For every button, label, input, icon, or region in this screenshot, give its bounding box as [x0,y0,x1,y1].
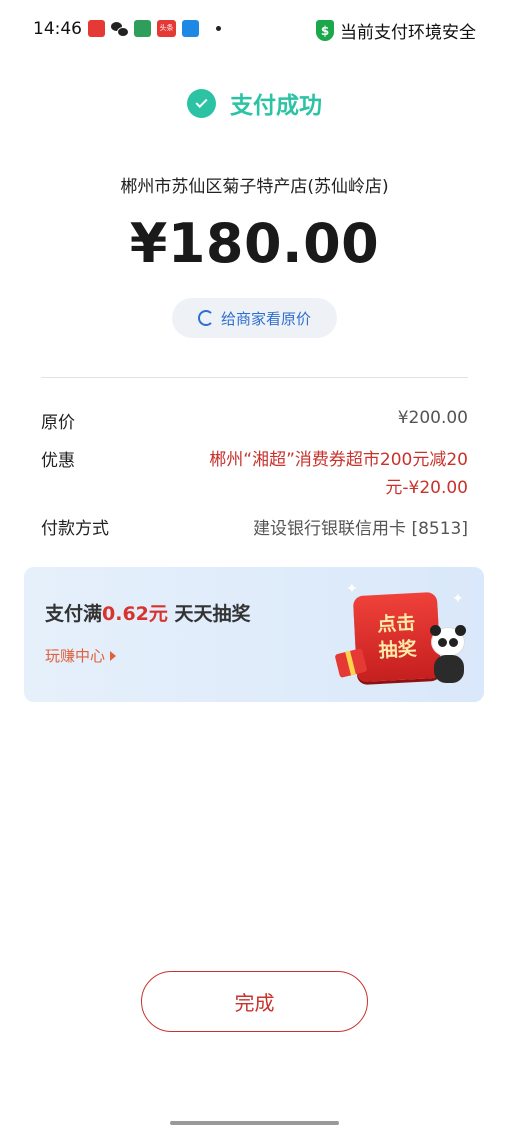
lottery-banner[interactable]: 支付满0.62元 天天抽奖 玩赚中心 ✦ ✦ 点击 抽奖 [24,567,484,702]
detail-label: 原价 [41,413,75,433]
show-original-price-label: 给商家看原价 [220,309,311,328]
play-earn-center-link[interactable]: 玩赚中心 [45,645,117,666]
blue-app-icon [182,20,199,37]
show-original-price-button[interactable]: 给商家看原价 [172,298,337,338]
detail-row-original-price: 原价 ¥200.00 [41,408,468,433]
toutiao-icon: 头条 [157,20,176,37]
play-earn-center-label: 玩赚中心 [45,647,106,665]
green-app-icon [134,20,151,37]
done-button[interactable]: 完成 [141,971,368,1032]
lottery-line-1: 点击 [376,612,416,636]
divider [41,377,468,378]
banner-highlight: 0.62元 [102,603,168,625]
payment-amount: ¥180.00 [129,212,380,275]
discount-line-1: 郴州“湘超”消费券超市200元减20 [209,450,468,470]
home-indicator[interactable] [170,1121,339,1125]
red-app-icon [88,20,105,37]
refresh-icon [197,310,214,326]
payment-success-header: 支付成功 [0,86,509,120]
original-price-value: ¥200.00 [397,408,468,428]
wechat-icon [111,20,129,37]
banner-title: 支付满0.62元 天天抽奖 [45,603,251,625]
more-notifications-dot [216,26,221,31]
success-text: 支付成功 [230,93,322,119]
shield-dollar-icon: $ [316,20,334,41]
panda-mascot-icon [429,625,469,687]
sparkle-icon: ✦ [346,581,358,597]
discount-line-2: 元-¥20.00 [385,478,468,498]
detail-row-discount: 优惠 郴州“湘超”消费券超市200元减20 元-¥20.00 [41,446,468,502]
status-bar: 14:46 头条 $ 当前支付环境安全 [0,0,509,58]
sparkle-icon: ✦ [452,591,464,607]
detail-label: 优惠 [41,451,75,471]
arrow-right-icon [110,650,117,661]
status-time: 14:46 [33,19,82,39]
lottery-line-2: 抽奖 [378,638,418,662]
merchant-name: 郴州市苏仙区菊子特产店(苏仙岭店) [120,177,389,197]
discount-value: 郴州“湘超”消费券超市200元减20 元-¥20.00 [209,446,468,502]
security-indicator: $ 当前支付环境安全 [316,18,476,43]
detail-row-payment-method: 付款方式 建设银行银联信用卡 [8513] [41,514,468,539]
payment-method-value: 建设银行银联信用卡 [8513] [253,519,468,539]
check-circle-icon [187,88,216,118]
notification-icons: 头条 [88,20,199,37]
toutiao-label: 头条 [159,24,174,32]
detail-label: 付款方式 [41,519,109,539]
security-text: 当前支付环境安全 [340,23,476,43]
